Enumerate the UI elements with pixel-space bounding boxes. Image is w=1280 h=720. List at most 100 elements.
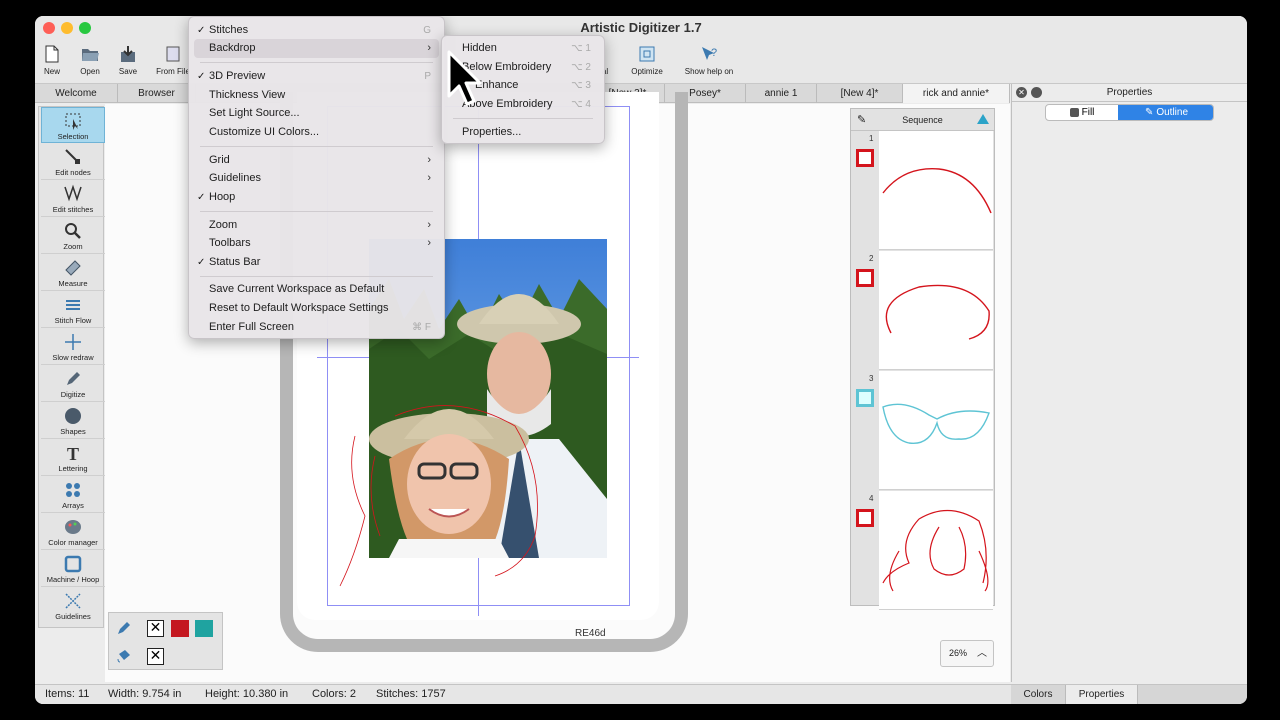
stitch-flow-icon <box>66 300 80 310</box>
sequence-item[interactable]: 2 <box>851 251 994 371</box>
tool-selection[interactable]: Selection <box>41 107 105 143</box>
tab-outline[interactable]: ✎ Outline <box>1118 105 1213 120</box>
menu-item-backdrop-properties[interactable]: Properties... <box>447 123 599 142</box>
pin-icon[interactable]: ✎ <box>857 109 866 131</box>
menu-item-grid[interactable]: Grid › <box>194 151 439 170</box>
menu-item-customize-colors[interactable]: Customize UI Colors... <box>194 123 439 142</box>
machine-hoop-icon <box>64 555 82 573</box>
sequence-item[interactable]: 3 <box>851 371 994 491</box>
guidelines-icon <box>65 593 81 609</box>
detach-panel-icon[interactable] <box>1031 87 1042 98</box>
close-panel-icon[interactable]: ✕ <box>1016 87 1027 98</box>
menu-item-toolbars[interactable]: Toolbars › <box>194 234 439 253</box>
help-button[interactable]: ? Show help on <box>681 44 737 76</box>
zoom-value: 26% <box>949 648 968 658</box>
open-button[interactable]: Open <box>76 44 104 76</box>
no-color-swatch-2[interactable]: ✕ <box>147 648 164 665</box>
view-menu: ✓ Stitches G Backdrop › ✓ 3D Preview P Thickn… <box>188 16 445 339</box>
lettering-t-icon: T <box>67 444 79 463</box>
menu-item-zoom[interactable]: Zoom › <box>194 216 439 235</box>
from-file-button[interactable]: From File <box>155 44 191 76</box>
shapes-circle-icon <box>65 408 81 424</box>
new-button[interactable]: New <box>39 44 65 76</box>
sequence-color-swatch[interactable] <box>856 269 874 287</box>
outline-stitches-overlay <box>339 405 538 587</box>
color-tools-palette: ✕ ✕ <box>108 612 223 670</box>
tab-properties[interactable]: Properties <box>1066 685 1138 704</box>
properties-header: ✕ Properties <box>1012 84 1247 102</box>
status-stitches: Stitches: 1757 <box>376 688 446 700</box>
menu-item-light-source[interactable]: Set Light Source... <box>194 104 439 123</box>
collapse-triangle-icon[interactable] <box>977 114 989 124</box>
menu-item-thickness-view[interactable]: Thickness View <box>194 86 439 105</box>
menu-item-guidelines[interactable]: Guidelines › <box>194 169 439 188</box>
tab-browser[interactable]: Browser <box>118 84 196 103</box>
new-file-icon <box>45 45 59 63</box>
menu-item-hoop[interactable]: ✓ Hoop <box>194 188 439 207</box>
tab-welcome[interactable]: Welcome <box>35 84 118 103</box>
fill-outline-segmented: Fill ✎ Outline <box>1045 104 1214 121</box>
tab-rick-and-annie[interactable]: rick and annie* <box>903 84 1010 103</box>
help-cursor-icon: ? <box>702 47 717 60</box>
chevron-up-icon[interactable]: ︿ <box>977 641 987 666</box>
save-label: Save <box>118 67 138 76</box>
sequence-item[interactable]: 4 <box>851 491 994 611</box>
sequence-color-swatch[interactable] <box>856 149 874 167</box>
tool-slow-redraw[interactable]: Slow redraw <box>41 329 105 365</box>
tool-shapes[interactable]: Shapes <box>41 403 105 439</box>
menu-item-3d-preview[interactable]: ✓ 3D Preview P <box>194 67 439 86</box>
status-colors: Colors: 2 <box>312 688 357 700</box>
optimize-label: Optimize <box>631 67 663 76</box>
save-button[interactable]: Save <box>115 44 141 76</box>
sequence-panel: ✎ Sequence 1 2 3 4 <box>850 108 995 610</box>
menu-item-backdrop[interactable]: Backdrop › <box>194 39 439 58</box>
status-height: Height: 10.380 in <box>205 688 289 700</box>
menu-item-save-workspace[interactable]: Save Current Workspace as Default <box>194 280 439 299</box>
svg-text:?: ? <box>711 47 717 59</box>
tool-machine-hoop[interactable]: Machine / Hoop <box>41 551 105 587</box>
chevron-right-icon: › <box>427 154 431 166</box>
fill-bucket-icon <box>1069 107 1079 117</box>
tool-color-manager[interactable]: Color manager <box>41 514 105 550</box>
tool-stitch-flow[interactable]: Stitch Flow <box>41 292 105 328</box>
properties-title: Properties <box>1106 87 1153 98</box>
tab-fill[interactable]: Fill <box>1046 105 1118 120</box>
slow-redraw-icon <box>65 334 81 350</box>
tool-arrays[interactable]: Arrays <box>41 477 105 513</box>
pen-color-icon[interactable] <box>115 619 133 637</box>
sequence-color-swatch[interactable] <box>856 389 874 407</box>
sequence-header: ✎ Sequence <box>851 109 994 131</box>
sequence-color-swatch[interactable] <box>856 509 874 527</box>
tool-measure[interactable]: Measure <box>41 255 105 291</box>
status-width: Width: 9.754 in <box>108 688 182 700</box>
menu-item-reset-workspace[interactable]: Reset to Default Workspace Settings <box>194 299 439 318</box>
status-bar: Items: 11 Width: 9.754 in Height: 10.380… <box>35 684 1011 704</box>
sequence-item[interactable]: 1 <box>851 131 994 251</box>
teal-color-swatch[interactable] <box>195 620 213 637</box>
menu-item-full-screen[interactable]: Enter Full Screen ⌘ F <box>194 318 439 337</box>
open-label: Open <box>80 67 100 76</box>
menu-item-status-bar[interactable]: ✓ Status Bar <box>194 253 439 272</box>
tab-colors[interactable]: Colors <box>1011 685 1066 704</box>
color-palette-icon <box>65 520 81 534</box>
tool-guidelines[interactable]: Guidelines <box>41 588 105 624</box>
tab-annie-1[interactable]: annie 1 <box>746 84 817 103</box>
zoom-level-control[interactable]: 26% ︿ <box>940 640 994 667</box>
tool-digitize[interactable]: Digitize <box>41 366 105 402</box>
from-file-label: From File <box>156 67 190 76</box>
no-color-swatch-1[interactable]: ✕ <box>147 620 164 637</box>
chevron-right-icon: › <box>427 42 431 54</box>
fill-bucket-icon[interactable] <box>115 647 133 665</box>
tool-edit-stitches[interactable]: Edit stitches <box>41 181 105 217</box>
menu-item-stitches[interactable]: ✓ Stitches G <box>194 21 439 40</box>
tools-palette: Selection Edit nodes Edit stitches Zoom … <box>38 106 105 628</box>
chevron-right-icon: › <box>427 172 431 184</box>
arrays-hearts-icon <box>66 483 80 497</box>
import-icon <box>166 46 180 62</box>
tab-new-4[interactable]: [New 4]* <box>817 84 903 103</box>
optimize-button[interactable]: Optimize <box>629 44 665 76</box>
tool-zoom[interactable]: Zoom <box>41 218 105 254</box>
tool-edit-nodes[interactable]: Edit nodes <box>41 144 105 180</box>
tool-lettering[interactable]: T Lettering <box>41 440 105 476</box>
red-color-swatch[interactable] <box>171 620 189 637</box>
